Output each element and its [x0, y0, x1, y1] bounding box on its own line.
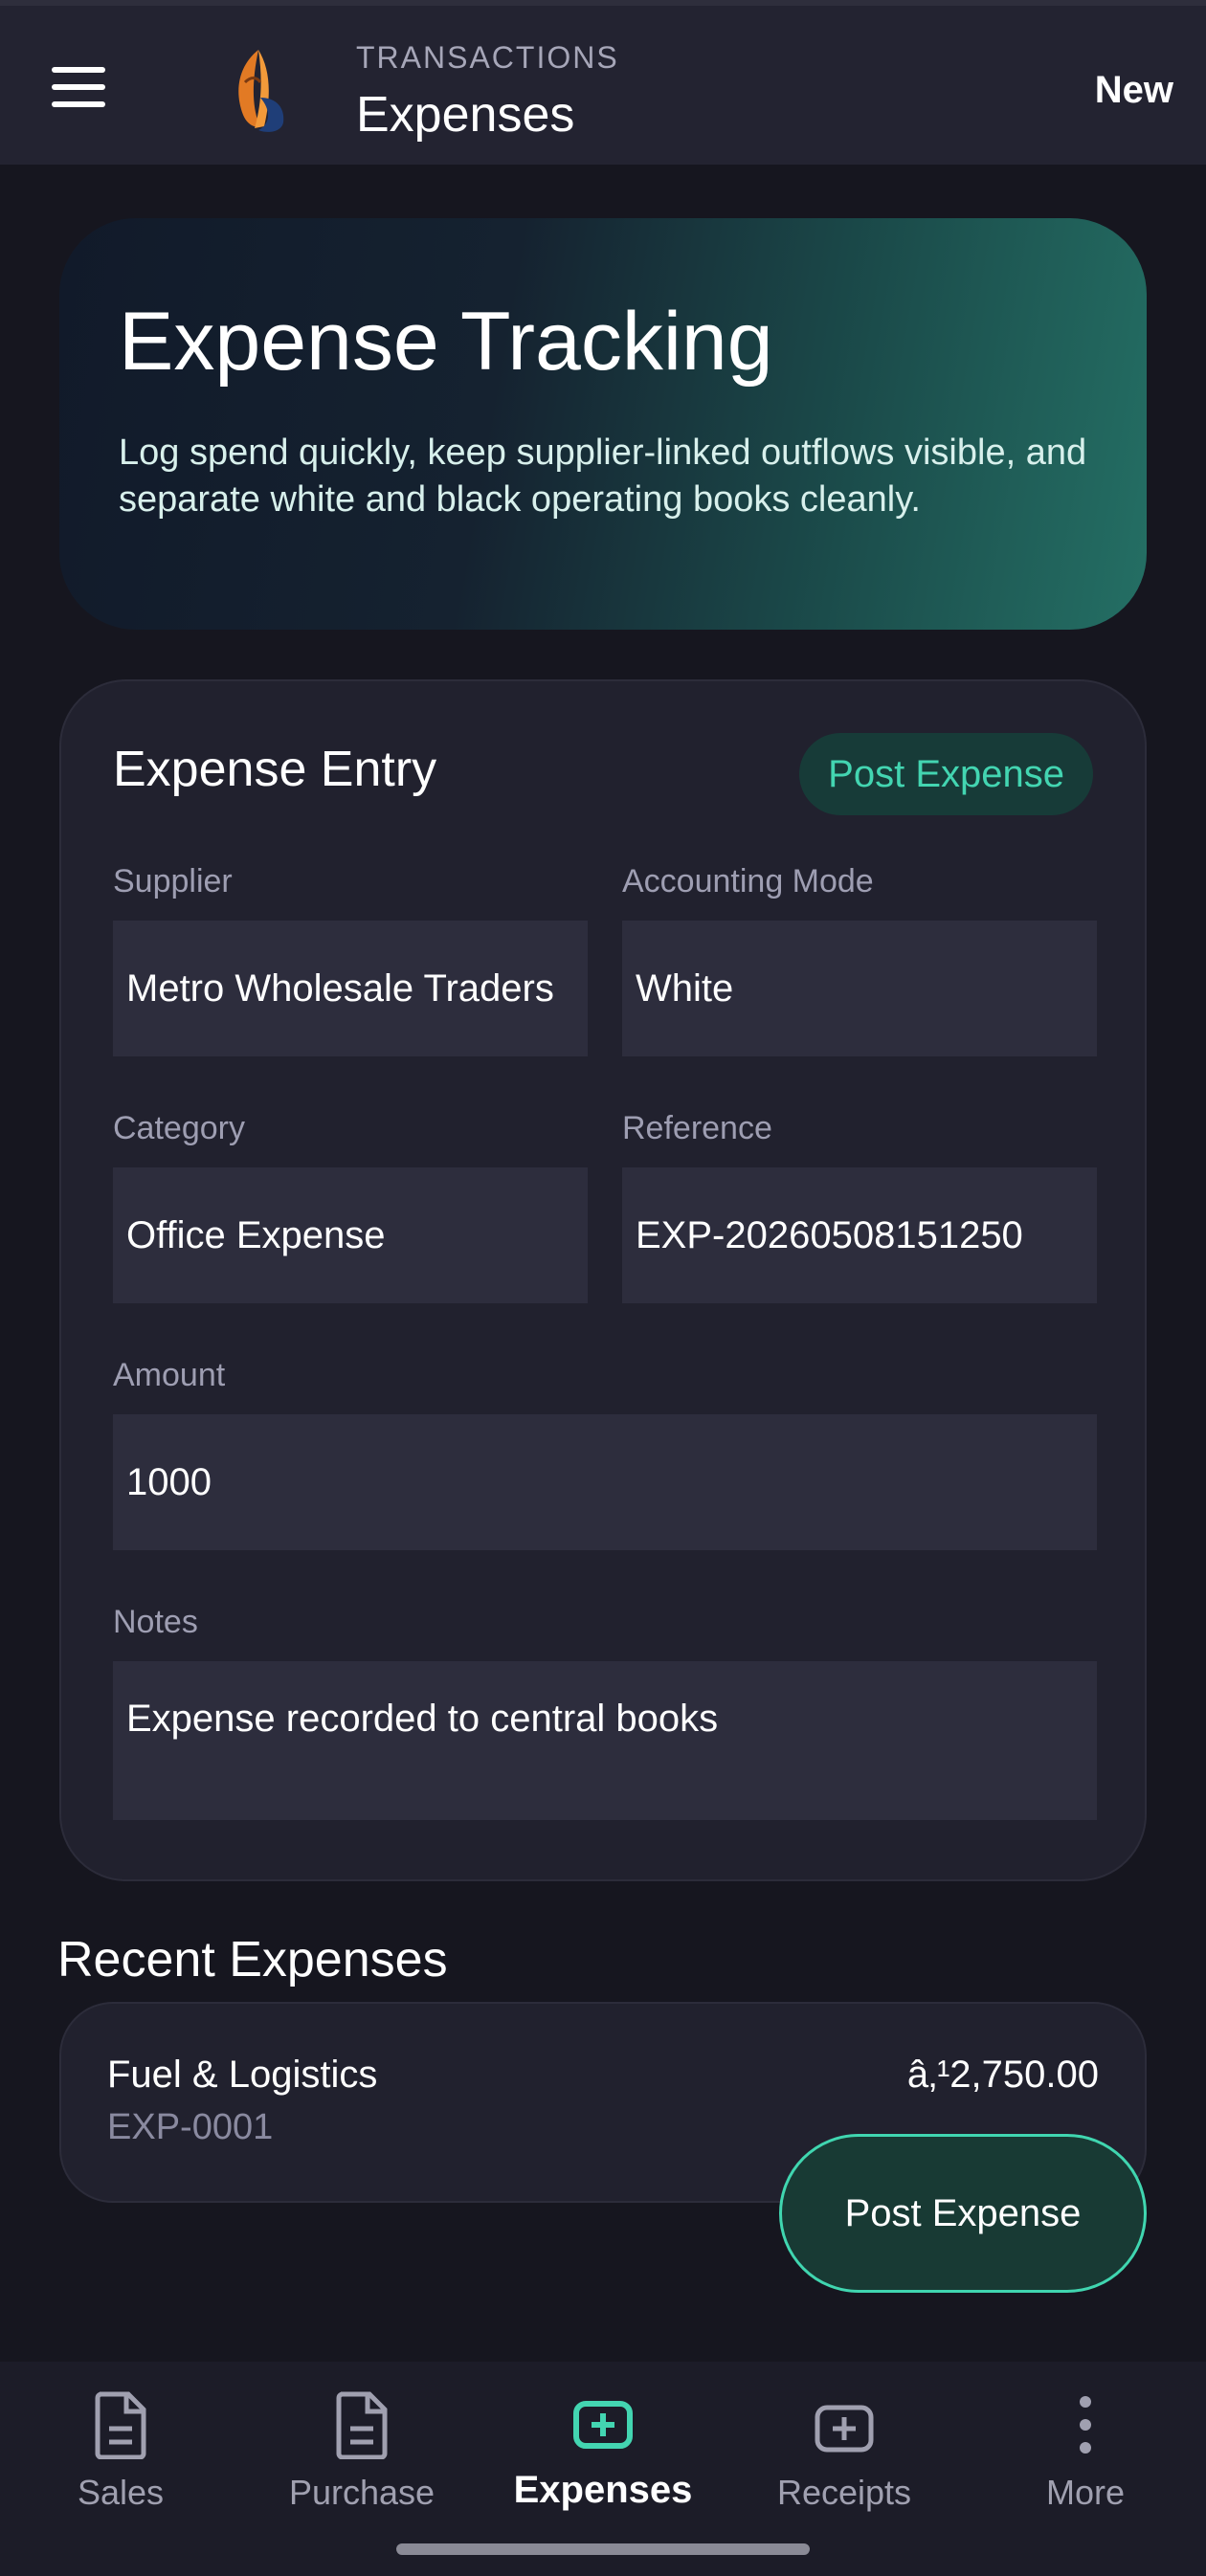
accounting-mode-label: Accounting Mode: [622, 863, 874, 899]
nav-label: Purchase: [288, 2473, 436, 2512]
expense-reference: EXP-0001: [107, 2107, 274, 2147]
plus-box-icon: [815, 2405, 874, 2453]
notes-textarea[interactable]: Expense recorded to central books: [113, 1661, 1097, 1820]
more-vertical-icon: [1080, 2396, 1091, 2454]
expense-amount: â‚¹2,750.00: [906, 2054, 1099, 2096]
document-icon: [95, 2391, 146, 2459]
hero-banner: Expense Tracking Log spend quickly, keep…: [59, 218, 1147, 630]
supplier-label: Supplier: [113, 863, 233, 899]
nav-item-more[interactable]: More: [965, 2390, 1206, 2513]
supplier-field[interactable]: Metro Wholesale Traders: [113, 921, 588, 1056]
document-icon: [336, 2391, 388, 2459]
nav-label: Expenses: [513, 2469, 693, 2511]
home-indicator[interactable]: [396, 2543, 810, 2555]
hero-description: Log spend quickly, keep supplier-linked …: [119, 433, 1087, 520]
nav-label: More: [1045, 2473, 1126, 2512]
new-button[interactable]: New: [1095, 69, 1173, 112]
reference-label: Reference: [622, 1110, 772, 1146]
card-title: Expense Entry: [113, 742, 437, 797]
notes-label: Notes: [113, 1604, 198, 1640]
reference-field[interactable]: EXP-20260508151250: [622, 1167, 1097, 1303]
category-label: Category: [113, 1110, 245, 1146]
plus-box-icon: [573, 2401, 633, 2449]
app-logo-icon: [238, 50, 284, 132]
menu-icon[interactable]: [52, 67, 109, 111]
expense-name: Fuel & Logistics: [107, 2054, 378, 2096]
nav-item-receipts[interactable]: Receipts: [724, 2390, 965, 2513]
accounting-mode-select[interactable]: White: [622, 921, 1097, 1056]
amount-field[interactable]: 1000: [113, 1414, 1097, 1550]
category-select[interactable]: Office Expense: [113, 1167, 588, 1303]
section-kicker: TRANSACTIONS: [356, 40, 619, 75]
expense-entry-card: Expense Entry Post Expense Supplier Metr…: [59, 679, 1147, 1881]
nav-item-purchase[interactable]: Purchase: [241, 2390, 482, 2513]
page-title: Expenses: [356, 87, 575, 143]
amount-label: Amount: [113, 1357, 226, 1393]
post-expense-badge-button[interactable]: Post Expense: [799, 733, 1093, 815]
nav-label: Sales: [77, 2473, 165, 2512]
nav-item-sales[interactable]: Sales: [0, 2390, 241, 2513]
recent-expenses-title: Recent Expenses: [57, 1932, 448, 1988]
top-app-bar: TRANSACTIONS Expenses New: [0, 0, 1206, 165]
nav-item-expenses[interactable]: Expenses: [482, 2390, 724, 2512]
post-expense-fab[interactable]: Post Expense: [779, 2134, 1147, 2293]
hero-title: Expense Tracking: [119, 296, 773, 388]
nav-label: Receipts: [776, 2473, 912, 2512]
